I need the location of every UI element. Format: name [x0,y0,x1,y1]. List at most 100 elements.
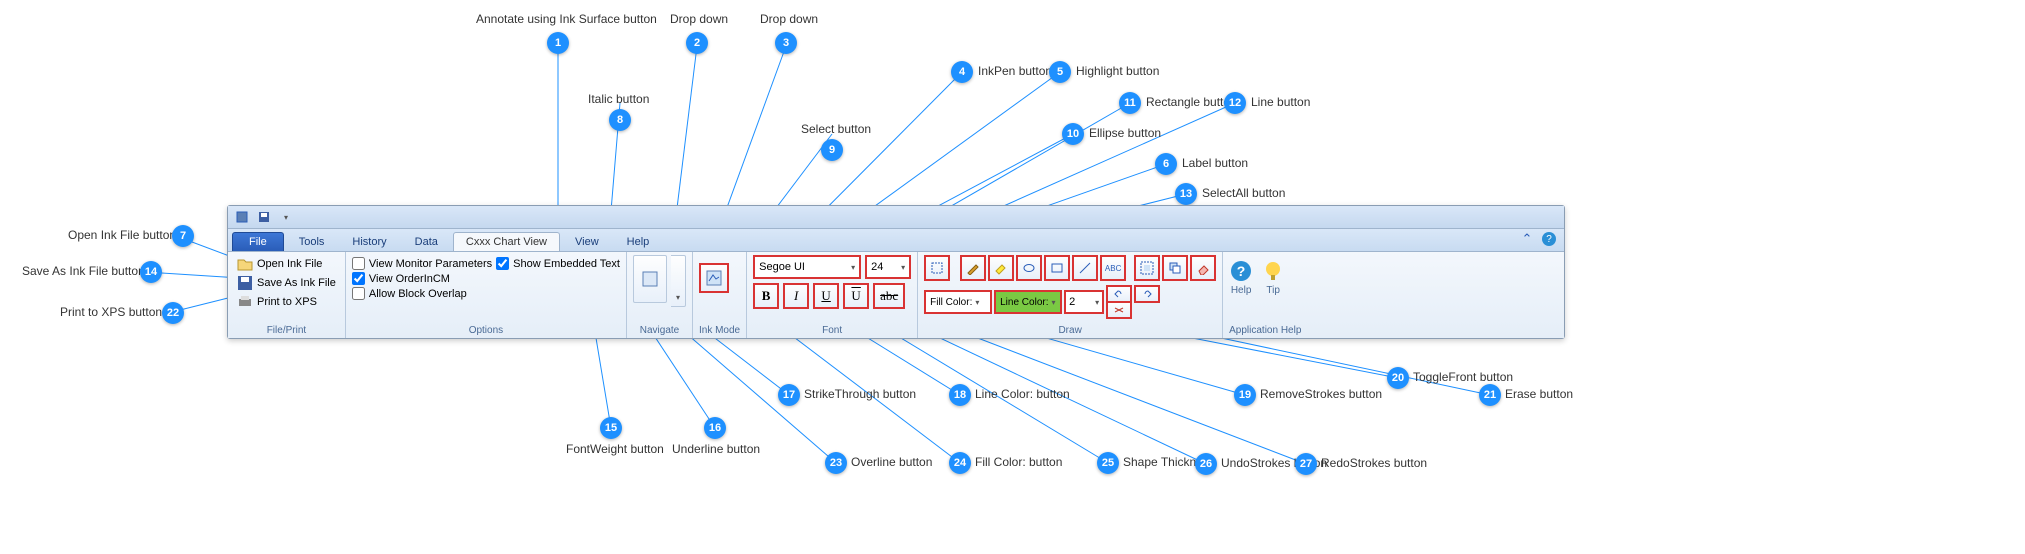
view-monitor-checkbox[interactable]: View Monitor Parameters [352,257,492,270]
undostrokes-button[interactable] [1106,285,1132,303]
lightbulb-icon [1261,259,1285,283]
group-draw-label: Draw [924,323,1216,336]
font-size-dropdown[interactable]: 24 ▾ [865,255,911,279]
chevron-down-icon: ▾ [901,263,905,272]
tip-button[interactable]: Tip [1261,259,1285,296]
highlight-button[interactable] [988,255,1014,281]
tab-view[interactable]: View [562,232,612,251]
callout-8-bubble: 8 [609,109,631,131]
line-button[interactable] [1072,255,1098,281]
callout-11-bubble: 11 [1119,92,1141,114]
callout-24-label: Fill Color: button [975,455,1062,469]
callout-12-bubble: 12 [1224,92,1246,114]
redostrokes-button[interactable] [1134,285,1160,303]
group-font: Segoe UI ▾ 24 ▾ B I U U abc [747,252,918,338]
callout-3-label: Drop down [760,12,818,26]
minimize-ribbon-icon[interactable]: ⌃ [1520,232,1534,246]
ellipse-button[interactable] [1016,255,1042,281]
callout-19-bubble: 19 [1234,384,1256,406]
italic-button[interactable]: I [783,283,809,309]
selectall-icon [1140,261,1154,275]
callout-22-bubble: 22 [162,302,184,324]
overline-button[interactable]: U [843,283,869,309]
togglefront-icon [1168,261,1182,275]
navigate-icon [640,269,660,289]
line-icon [1078,261,1092,275]
callout-13-label: SelectAll button [1202,186,1285,200]
tab-chart-view[interactable]: Cxxx Chart View [453,232,560,251]
group-draw: ABC Fill Color: ▾ Line Color: ▾ [918,252,1223,338]
callout-9-bubble: 9 [821,139,843,161]
callout-13-bubble: 13 [1175,183,1197,205]
shape-thickness-combo[interactable]: 2 ▾ [1064,290,1104,314]
group-fileprint: Open Ink File Save As Ink File Print to … [228,252,346,338]
callout-10-label: Ellipse button [1089,126,1161,140]
font-size-value: 24 [871,261,883,273]
font-name-value: Segoe UI [759,261,805,273]
font-name-dropdown[interactable]: Segoe UI ▾ [753,255,861,279]
remove-icon [1113,306,1125,314]
callout-18-bubble: 18 [949,384,971,406]
togglefront-button[interactable] [1162,255,1188,281]
tab-history[interactable]: History [339,232,399,251]
underline-button[interactable]: U [813,283,839,309]
callout-16-bubble: 16 [704,417,726,439]
print-to-xps-label: Print to XPS [257,296,317,308]
callout-16-label: Underline button [672,442,760,456]
save-as-ink-file-button[interactable]: Save As Ink File [234,274,339,292]
ribbon-body: Open Ink File Save As Ink File Print to … [228,252,1564,338]
qat-icon[interactable] [234,209,250,225]
tab-data[interactable]: Data [402,232,451,251]
callout-15-bubble: 15 [600,417,622,439]
rectangle-button[interactable] [1044,255,1070,281]
callout-5-label: Highlight button [1076,64,1159,78]
strikethrough-button[interactable]: abc [873,283,905,309]
removestrokes-button[interactable] [1106,303,1132,319]
callout-24-bubble: 24 [949,452,971,474]
tab-help[interactable]: Help [614,232,663,251]
show-embedded-checkbox[interactable]: Show Embedded Text [496,257,620,270]
view-order-checkbox[interactable]: View OrderInCM [352,272,492,285]
open-ink-file-label: Open Ink File [257,258,322,270]
line-color-label: Line Color: [1000,297,1048,308]
inkpen-button[interactable] [960,255,986,281]
erase-button[interactable] [1190,255,1216,281]
tab-file[interactable]: File [232,232,284,251]
tab-tools[interactable]: Tools [286,232,338,251]
save-as-ink-file-label: Save As Ink File [257,277,336,289]
print-to-xps-button[interactable]: Print to XPS [234,293,339,311]
callout-27-bubble: 27 [1295,453,1317,475]
callout-2-label: Drop down [670,12,728,26]
callout-6-label: Label button [1182,156,1248,170]
tip-label: Tip [1266,285,1280,296]
callout-23-label: Overline button [851,455,932,469]
annotate-ink-surface-button[interactable] [699,263,729,293]
navigate-button[interactable] [633,255,667,303]
callout-10-bubble: 10 [1062,123,1084,145]
selectall-button[interactable] [1134,255,1160,281]
group-fileprint-label: File/Print [234,323,339,336]
callout-23-bubble: 23 [825,452,847,474]
fontweight-button[interactable]: B [753,283,779,309]
show-embedded-label: Show Embedded Text [513,258,620,270]
qat-dropdown-icon[interactable]: ▾ [278,209,294,225]
open-ink-file-button[interactable]: Open Ink File [234,255,339,273]
help-button[interactable]: ? Help [1229,259,1253,296]
callout-2-bubble: 2 [686,32,708,54]
qat-save-icon[interactable] [256,209,272,225]
help-icon[interactable]: ? [1542,232,1556,246]
group-options: View Monitor Parameters View OrderInCM A… [346,252,627,338]
navigate-dropdown[interactable]: ▾ [671,255,686,307]
view-order-label: View OrderInCM [369,273,450,285]
help-bulb-icon: ? [1229,259,1253,283]
allow-block-checkbox[interactable]: Allow Block Overlap [352,287,492,300]
callout-4-bubble: 4 [951,61,973,83]
line-color-button[interactable]: Line Color: ▾ [994,290,1062,314]
fill-color-button[interactable]: Fill Color: ▾ [924,290,992,314]
label-button[interactable]: ABC [1100,255,1126,281]
callout-9-label: Select button [801,122,871,136]
chevron-down-icon: ▾ [676,293,680,302]
ribbon-window: ▾ File Tools History Data Cxxx Chart Vie… [227,205,1565,339]
fill-color-label: Fill Color: [930,297,972,308]
select-button[interactable] [924,255,950,281]
